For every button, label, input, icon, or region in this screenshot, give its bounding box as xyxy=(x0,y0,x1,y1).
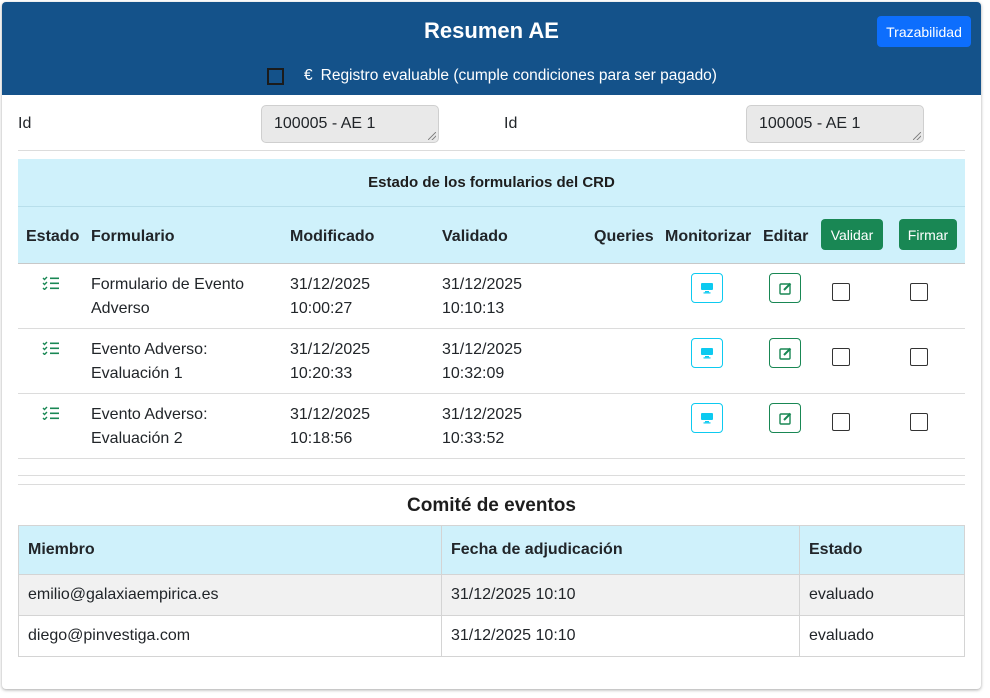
monitor-icon xyxy=(701,348,713,359)
validar-checkbox[interactable] xyxy=(832,413,850,431)
table-row: Evento Adverso: Evaluación 2 31/12/2025 10… xyxy=(18,394,965,459)
registro-evaluable-checkbox[interactable] xyxy=(267,67,284,85)
table-row: Evento Adverso: Evaluación 1 31/12/2025 10… xyxy=(18,329,965,394)
firmar-checkbox[interactable] xyxy=(910,283,928,301)
fecha-cell: 31/12/2025 10:10 xyxy=(441,615,800,657)
comite-title: Comité de eventos xyxy=(407,495,576,516)
header-bar: Resumen AE Trazabilidad € Registro evalu… xyxy=(2,2,981,95)
formulario-cell: Formulario de Evento Adverso xyxy=(91,276,244,317)
col-modificado: Modificado xyxy=(290,228,375,245)
formulario-cell: Evento Adverso: Evaluación 2 xyxy=(91,406,208,447)
modificado-cell: 31/12/2025 10:18:56 xyxy=(290,406,371,447)
table-row: Formulario de Evento Adverso 31/12/2025 10… xyxy=(18,264,965,329)
resumen-ae-card: Resumen AE Trazabilidad € Registro evalu… xyxy=(2,2,981,689)
monitorizar-button[interactable] xyxy=(691,338,723,368)
col-queries: Queries xyxy=(594,228,654,245)
modificado-cell: 31/12/2025 10:20:33 xyxy=(290,341,371,382)
firmar-checkbox[interactable] xyxy=(910,348,928,366)
col-fecha: Fecha de adjudicación xyxy=(441,525,800,575)
list-check-icon xyxy=(42,406,59,420)
edit-icon xyxy=(778,412,791,425)
col-estado: Estado xyxy=(26,228,80,245)
divider xyxy=(18,484,965,485)
trazabilidad-button[interactable]: Trazabilidad xyxy=(877,16,971,47)
validar-button[interactable]: Validar xyxy=(821,219,883,250)
id-row: Id 100005 - AE 1 Id 100005 - AE 1 xyxy=(18,103,965,151)
resize-grip-icon[interactable] xyxy=(428,132,436,140)
firmar-button[interactable]: Firmar xyxy=(899,219,957,250)
modificado-cell: 31/12/2025 10:00:27 xyxy=(290,276,371,317)
table-row: emilio@galaxiaempirica.es 31/12/2025 10:… xyxy=(18,574,965,616)
monitorizar-button[interactable] xyxy=(691,273,723,303)
col-estado: Estado xyxy=(799,525,965,575)
euro-icon: € xyxy=(304,67,313,84)
estado-cell: evaluado xyxy=(799,615,965,657)
col-formulario: Formulario xyxy=(91,228,175,245)
validado-cell: 31/12/2025 10:32:09 xyxy=(442,341,523,382)
divider xyxy=(18,475,965,476)
comite-table: Miembro Fecha de adjudicación Estado emi… xyxy=(18,525,965,657)
list-check-icon xyxy=(42,276,59,290)
crd-forms-table: Estado de los formularios del CRD Estado… xyxy=(18,159,965,459)
miembro-cell: diego@pinvestiga.com xyxy=(18,615,442,657)
col-monitorizar: Monitorizar xyxy=(665,228,752,245)
editar-button[interactable] xyxy=(769,338,801,368)
col-validado: Validado xyxy=(442,228,508,245)
resize-grip-icon[interactable] xyxy=(913,132,921,140)
comite-header-row: Miembro Fecha de adjudicación Estado xyxy=(18,525,965,575)
crd-table-header: Estado Formulario Modificado Validado Qu… xyxy=(18,207,965,264)
registro-evaluable: € Registro evaluable (cumple condiciones… xyxy=(267,66,717,86)
list-check-icon xyxy=(42,341,59,355)
id-label: Id xyxy=(18,115,32,132)
fecha-cell: 31/12/2025 10:10 xyxy=(441,574,800,616)
page-title: Resumen AE xyxy=(424,18,559,43)
id-field[interactable]: 100005 - AE 1 xyxy=(746,105,924,143)
editar-button[interactable] xyxy=(769,403,801,433)
estado-cell: evaluado xyxy=(799,574,965,616)
crd-table-title: Estado de los formularios del CRD xyxy=(18,159,965,207)
monitor-icon xyxy=(701,413,713,424)
monitorizar-button[interactable] xyxy=(691,403,723,433)
monitor-icon xyxy=(701,283,713,294)
formulario-cell: Evento Adverso: Evaluación 1 xyxy=(91,341,208,382)
edit-icon xyxy=(778,282,791,295)
edit-icon xyxy=(778,347,791,360)
registro-evaluable-label: Registro evaluable (cumple condiciones p… xyxy=(320,67,717,84)
validado-cell: 31/12/2025 10:33:52 xyxy=(442,406,523,447)
table-row: diego@pinvestiga.com 31/12/2025 10:10 ev… xyxy=(18,615,965,657)
col-miembro: Miembro xyxy=(18,525,442,575)
validar-checkbox[interactable] xyxy=(832,283,850,301)
validar-checkbox[interactable] xyxy=(832,348,850,366)
validado-cell: 31/12/2025 10:10:13 xyxy=(442,276,523,317)
id-field[interactable]: 100005 - AE 1 xyxy=(261,105,439,143)
editar-button[interactable] xyxy=(769,273,801,303)
miembro-cell: emilio@galaxiaempirica.es xyxy=(18,574,442,616)
id-label: Id xyxy=(504,115,518,132)
col-editar: Editar xyxy=(763,228,809,245)
firmar-checkbox[interactable] xyxy=(910,413,928,431)
